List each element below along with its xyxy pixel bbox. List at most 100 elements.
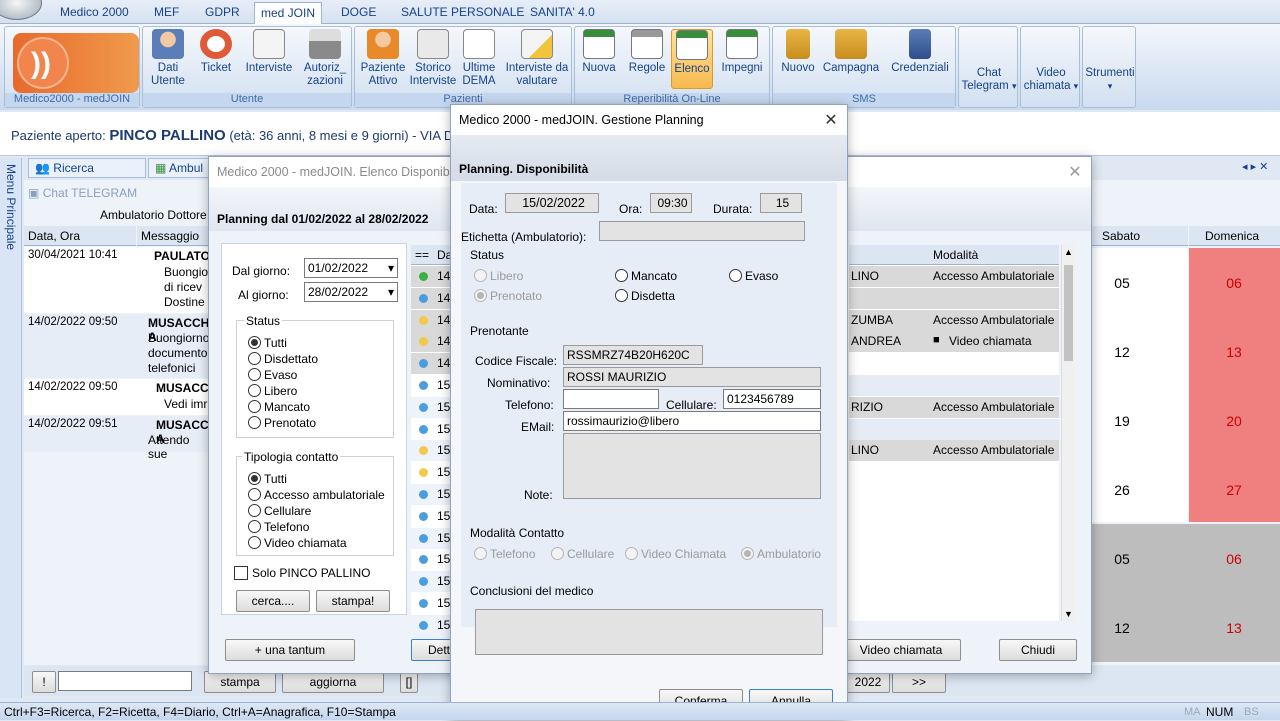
table-row[interactable] xyxy=(849,353,1059,375)
strumenti-button[interactable]: Strumenti ▾ xyxy=(1085,67,1135,93)
storico-interviste-button[interactable]: Storico Interviste xyxy=(409,29,457,88)
durata-field[interactable]: 15 xyxy=(760,193,802,213)
table-row[interactable] xyxy=(849,287,1059,309)
tab-gdpr[interactable]: GDPR xyxy=(199,4,246,22)
medjoin-logo[interactable]: )) xyxy=(13,33,139,93)
table-row[interactable]: 15/ xyxy=(411,375,455,396)
paziente-attivo-button[interactable]: Paziente Attivo xyxy=(359,29,407,88)
elenco-button[interactable]: Elenco xyxy=(671,29,713,89)
table-row[interactable]: 15/ xyxy=(411,527,455,549)
next-button[interactable]: >> xyxy=(892,671,946,693)
chiudi-button[interactable]: Chiudi xyxy=(999,639,1077,661)
col-date-header[interactable]: Data, Ora xyxy=(24,226,136,246)
bracket-button[interactable]: [] xyxy=(400,671,418,693)
tab-ricerca-paziente[interactable]: 👥 Ricerca Paziente ✕ xyxy=(28,158,146,193)
codice-fiscale-field[interactable]: RSSMRZ74B20H620C xyxy=(563,345,703,365)
table-row[interactable]: 15/ xyxy=(411,505,455,527)
app-orb-button[interactable] xyxy=(0,0,42,20)
chevron-down-icon[interactable]: ▼ xyxy=(1064,609,1073,619)
table-row[interactable]: 15/ xyxy=(411,462,455,484)
table-row[interactable]: 14/ xyxy=(411,309,455,331)
table-row[interactable]: LINO Accesso Ambulatoriale xyxy=(849,266,1059,287)
table-row[interactable]: LINO Accesso Ambulatoriale xyxy=(849,440,1059,462)
modalita-ambulatorio-radio[interactable]: Ambulatorio xyxy=(741,547,821,561)
cellulare-field[interactable]: 0123456789 xyxy=(723,389,821,409)
table-row[interactable]: 14/ xyxy=(411,353,455,375)
year-button[interactable]: 2022 xyxy=(846,671,890,693)
chevron-up-icon[interactable]: ▲ xyxy=(1064,247,1073,257)
table-row[interactable]: ANDREA Video chiamata ■ xyxy=(849,331,1059,353)
calendar-day[interactable]: 13 xyxy=(1189,344,1279,360)
status-evaso-radio[interactable]: Evaso xyxy=(248,368,297,382)
status-prenotato-radio[interactable]: Prenotato xyxy=(474,289,542,303)
note-field[interactable] xyxy=(563,433,821,499)
table-row[interactable]: 14/ xyxy=(411,287,455,309)
modalita-video-radio[interactable]: Video Chiamata xyxy=(625,547,726,561)
status-evaso-radio[interactable]: Evaso xyxy=(729,269,778,283)
status-libero-radio[interactable]: Libero xyxy=(474,269,523,283)
calendar-day[interactable]: 19 xyxy=(1092,413,1152,429)
video-chiamata-button[interactable]: Video chiamata xyxy=(841,639,961,661)
nuova-button[interactable]: Nuova xyxy=(579,29,619,75)
dal-date-input[interactable]: 01/02/2022 ▾ xyxy=(304,258,398,278)
etichetta-field[interactable] xyxy=(599,221,805,241)
calendar-day[interactable]: 13 xyxy=(1189,620,1279,636)
calendar-day[interactable]: 26 xyxy=(1092,482,1152,498)
telefono-field[interactable] xyxy=(563,389,659,409)
interviste-button[interactable]: Interviste xyxy=(243,29,295,75)
table-row[interactable]: 15/ xyxy=(411,571,455,593)
table-row[interactable]: 15/ xyxy=(411,593,455,614)
ticket-button[interactable]: Ticket xyxy=(195,29,237,75)
conclusioni-field[interactable] xyxy=(475,609,823,655)
table-row[interactable] xyxy=(849,375,1059,396)
tab-medjoin[interactable]: med JOIN xyxy=(254,2,323,24)
una-tantum-button[interactable]: + una tantum xyxy=(225,639,355,661)
autorizzazioni-button[interactable]: Autoriz_ zazioni xyxy=(301,29,349,88)
status-mancato-radio[interactable]: Mancato xyxy=(248,400,310,414)
nuovo-sms-button[interactable]: Nuovo xyxy=(777,29,819,75)
tipologia-tutti-radio[interactable]: Tutti xyxy=(248,472,287,486)
tipologia-cellulare-radio[interactable]: Cellulare xyxy=(248,504,311,518)
status-disdettato-radio[interactable]: Disdettato xyxy=(248,352,318,366)
list-item[interactable]: 14/02/2022 09:50 MUSACCH Vedi imr xyxy=(24,379,217,415)
side-menu[interactable]: Menu Principale xyxy=(0,158,22,698)
ora-field[interactable]: 09:30 xyxy=(650,193,692,213)
status-disdetta-radio[interactable]: Disdetta xyxy=(615,289,675,303)
tipologia-video-radio[interactable]: Video chiamata xyxy=(248,536,347,550)
table-row[interactable]: 15/ xyxy=(411,549,455,571)
table-row[interactable]: 15/ xyxy=(411,484,455,505)
status-prenotato-radio[interactable]: Prenotato xyxy=(248,416,316,430)
tipologia-accesso-radio[interactable]: Accesso ambulatoriale xyxy=(248,488,385,502)
calendar-day[interactable]: 05 xyxy=(1092,551,1152,567)
impegni-button[interactable]: Impegni xyxy=(717,29,767,75)
table-row[interactable]: 14/ xyxy=(411,266,455,287)
calendar-day[interactable]: 06 xyxy=(1189,551,1279,567)
stampa-button[interactable]: stampa! xyxy=(316,590,390,612)
calendar-day[interactable]: 20 xyxy=(1189,413,1279,429)
table-row[interactable] xyxy=(849,418,1059,440)
aggiorna-button[interactable]: aggiorna xyxy=(282,671,384,693)
modalita-cellulare-radio[interactable]: Cellulare xyxy=(551,547,614,561)
interviste-valutare-button[interactable]: Interviste da valutare xyxy=(505,29,569,88)
credenziali-button[interactable]: Credenziali xyxy=(887,29,953,75)
tab-salute-personale[interactable]: SALUTE PERSONALE xyxy=(395,4,530,22)
modalita-telefono-radio[interactable]: Telefono xyxy=(474,547,535,561)
campagna-button[interactable]: Campagna xyxy=(821,29,881,75)
status-mancato-radio[interactable]: Mancato xyxy=(615,269,677,283)
tab-medico2000[interactable]: Medico 2000 xyxy=(54,4,135,22)
tab-scroll-icons[interactable]: ◂ ▸ ✕ xyxy=(1242,160,1268,173)
table-row[interactable]: 15/ xyxy=(411,396,455,418)
ultime-dema-button[interactable]: Ultime DEMA xyxy=(459,29,499,88)
nominativo-field[interactable]: ROSSI MAURIZIO xyxy=(563,367,821,387)
calendar-day[interactable]: 12 xyxy=(1092,620,1152,636)
table-row[interactable]: 15/ xyxy=(411,418,455,440)
solo-paziente-checkbox[interactable]: Solo PINCO PALLINO xyxy=(234,566,371,580)
tab-ambulatorio[interactable]: ▦ Ambul xyxy=(148,158,212,178)
calendar-day[interactable]: 12 xyxy=(1092,344,1152,360)
data-field[interactable]: 15/02/2022 xyxy=(505,193,599,213)
email-field[interactable]: rossimaurizio@libero xyxy=(563,411,821,431)
stampa-bottom-button[interactable]: stampa xyxy=(204,671,276,693)
video-chiamata-ribbon-button[interactable]: Video chiamata ▾ xyxy=(1023,67,1079,93)
scrollbar-thumb[interactable] xyxy=(1064,265,1073,361)
tipologia-telefono-radio[interactable]: Telefono xyxy=(248,520,309,534)
